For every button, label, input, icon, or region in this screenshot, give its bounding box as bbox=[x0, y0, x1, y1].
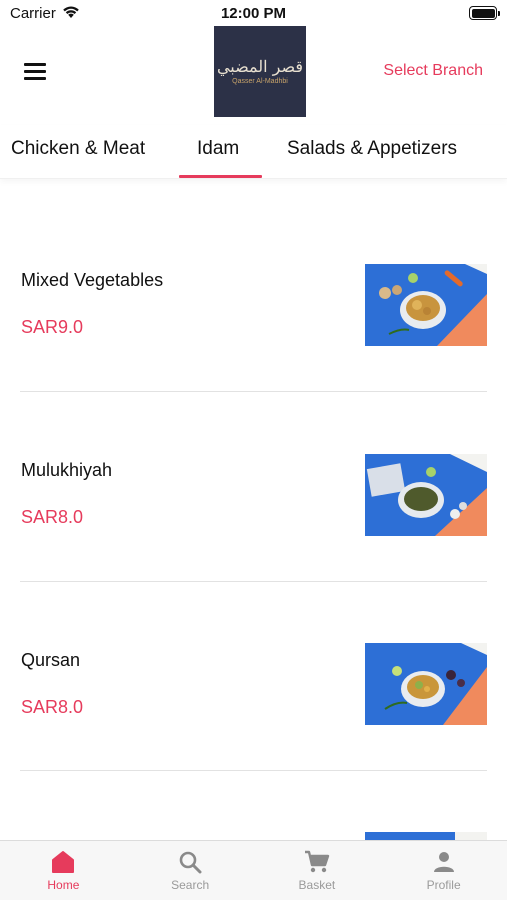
tab-basket[interactable]: Basket bbox=[254, 841, 381, 900]
tab-idam[interactable]: Idam bbox=[197, 138, 239, 160]
item-photo bbox=[365, 454, 487, 536]
tab-profile-label: Profile bbox=[426, 878, 461, 892]
profile-icon bbox=[433, 852, 454, 872]
tab-search-label: Search bbox=[171, 878, 210, 892]
tab-home-label: Home bbox=[47, 878, 80, 892]
logo-english-text: Qasser Al-Madhbi bbox=[232, 77, 288, 85]
tab-search[interactable]: Search bbox=[127, 841, 254, 900]
tab-salads-appetizers[interactable]: Salads & Appetizers bbox=[287, 138, 457, 160]
home-icon bbox=[52, 851, 75, 873]
item-name: Mulukhiyah bbox=[21, 460, 113, 480]
item-name: Qursan bbox=[21, 650, 81, 670]
app-header: قصر المضبي Qasser Al-Madhbi Select Branc… bbox=[0, 26, 507, 118]
item-price: SAR8.0 bbox=[21, 697, 84, 717]
tab-home[interactable]: Home bbox=[0, 841, 127, 900]
item-price: SAR8.0 bbox=[21, 507, 84, 527]
cart-icon bbox=[304, 850, 330, 873]
item-photo bbox=[365, 264, 487, 346]
item-name: Mixed Vegetables bbox=[21, 270, 164, 290]
status-bar: Carrier 12:00 PM bbox=[0, 0, 507, 26]
hamburger-menu-icon[interactable] bbox=[24, 63, 46, 80]
search-icon bbox=[179, 851, 202, 874]
item-divider bbox=[20, 770, 487, 771]
tab-profile[interactable]: Profile bbox=[380, 841, 507, 900]
select-branch-button[interactable]: Select Branch bbox=[383, 62, 483, 80]
tab-basket-label: Basket bbox=[298, 878, 336, 892]
logo-arabic-text: قصر المضبي bbox=[216, 56, 304, 76]
menu-item[interactable]: Qursan SAR8.0 bbox=[20, 581, 487, 771]
menu-item[interactable]: Mulukhiyah SAR8.0 bbox=[20, 392, 487, 582]
item-price: SAR9.0 bbox=[21, 317, 84, 337]
item-photo-partial bbox=[365, 832, 487, 840]
clock: 12:00 PM bbox=[220, 5, 287, 22]
battery-icon bbox=[469, 6, 500, 20]
tab-chicken-meat[interactable]: Chicken & Meat bbox=[11, 138, 145, 160]
restaurant-logo: قصر المضبي Qasser Al-Madhbi bbox=[214, 26, 306, 117]
active-tab-indicator bbox=[179, 175, 262, 178]
bottom-tab-bar: Home Search Basket Profile bbox=[0, 840, 507, 900]
item-photo bbox=[365, 643, 487, 725]
category-tabs: Chicken & Meat Idam Salads & Appetizers bbox=[0, 125, 507, 179]
menu-item[interactable]: Mixed Vegetables SAR9.0 bbox=[20, 202, 487, 392]
